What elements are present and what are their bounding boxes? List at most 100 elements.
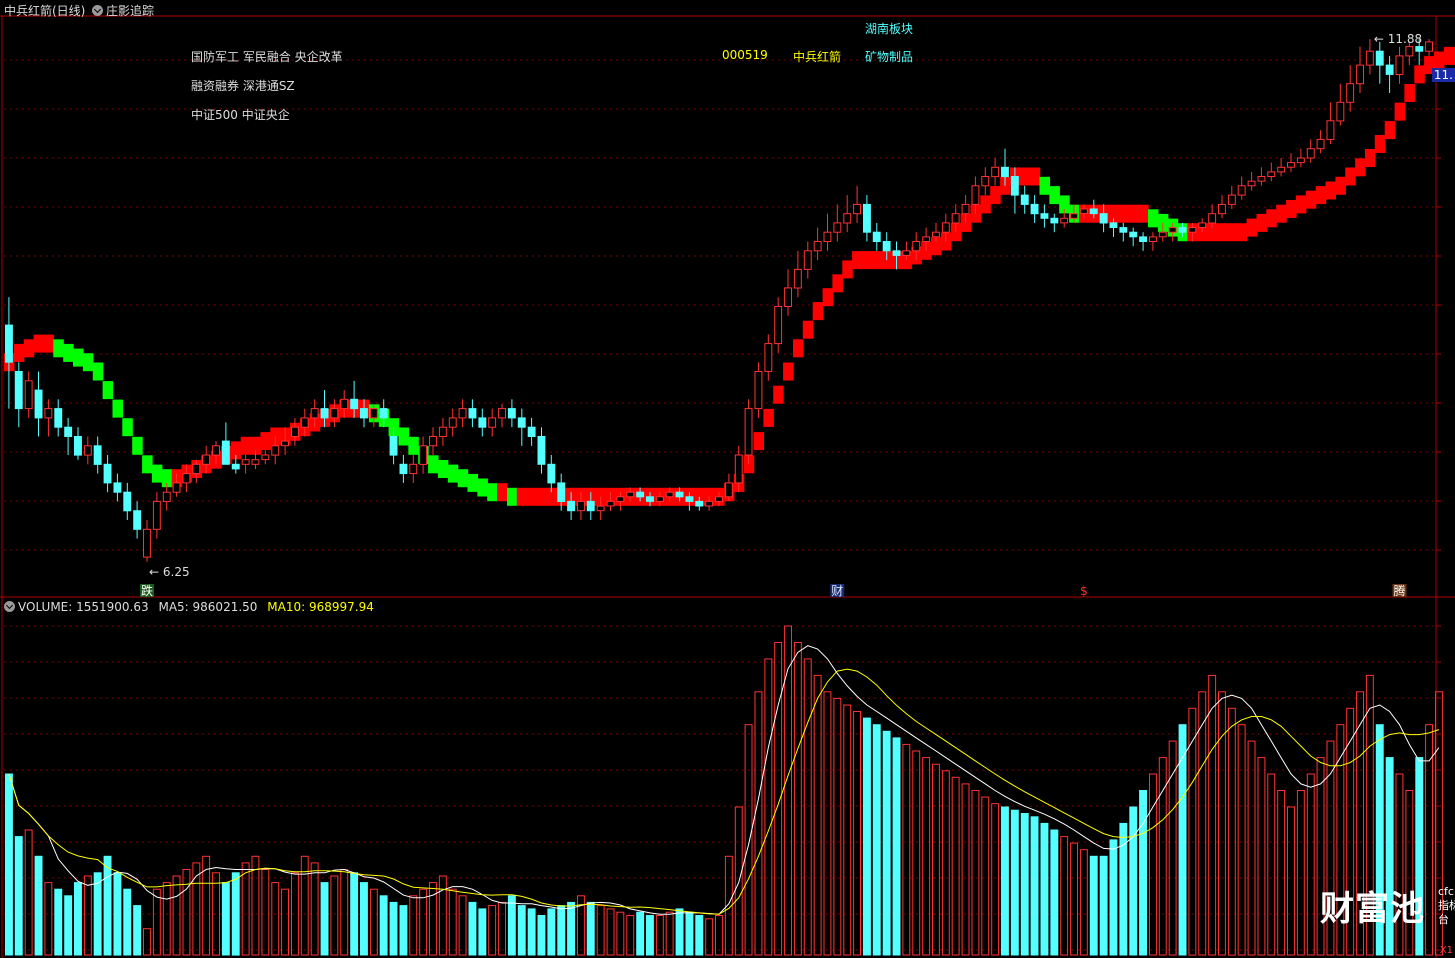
- candle-body: [221, 440, 230, 465]
- candle-body: [1296, 157, 1305, 164]
- candle-body: [438, 426, 447, 438]
- candle-body: [764, 343, 773, 372]
- trend-band-segment: [507, 487, 518, 506]
- volume-bar: [1129, 806, 1138, 956]
- volume-bar: [1267, 773, 1276, 956]
- candle-body: [1099, 213, 1108, 224]
- volume-bar: [823, 691, 832, 956]
- candle-body: [586, 500, 595, 512]
- trend-band-segment: [1128, 204, 1139, 223]
- volume-bar: [803, 658, 812, 956]
- event-label: 跌: [141, 583, 153, 598]
- volume-bar: [360, 882, 368, 956]
- volume-bar: [152, 888, 161, 956]
- volume-bar: [586, 901, 595, 956]
- candle-body: [399, 463, 408, 475]
- volume-bar: [517, 905, 526, 956]
- volume-bar: [527, 908, 536, 956]
- candle-body: [981, 176, 990, 187]
- volume-bar: [488, 905, 497, 956]
- candle-body: [44, 408, 53, 419]
- volume-bar: [685, 911, 694, 956]
- candle-body: [1365, 50, 1374, 66]
- trend-band-segment: [1226, 223, 1238, 242]
- volume-bar: [813, 674, 822, 956]
- candle-body: [271, 445, 280, 456]
- volume-ma10-line: [8, 668, 1440, 915]
- candle-body: [843, 213, 852, 224]
- candle-body: [1198, 222, 1207, 228]
- volume-bar: [863, 717, 871, 956]
- stock-code: 000519: [722, 48, 768, 62]
- trend-band-segment: [457, 469, 469, 488]
- volume-bar: [409, 895, 418, 956]
- trend-band-segment: [763, 408, 774, 427]
- trend-band-segment: [1286, 200, 1297, 218]
- volume-bar: [922, 757, 931, 956]
- volume-bar: [695, 915, 704, 956]
- candle-body: [123, 491, 132, 512]
- trend-band-segment: [1295, 195, 1307, 214]
- candle-body: [1089, 208, 1098, 215]
- indicator-selector[interactable]: 庄影追踪: [92, 2, 154, 19]
- candle-body: [143, 528, 151, 558]
- candle-body: [5, 324, 13, 363]
- volume-bar: [1010, 809, 1019, 956]
- volume-bar: [281, 888, 290, 956]
- trend-band-segment: [1276, 204, 1287, 223]
- candle-body: [1375, 50, 1384, 66]
- volume-bar: [1149, 773, 1157, 956]
- candle-body: [64, 426, 73, 438]
- volume-bar: [665, 911, 674, 956]
- trend-band-segment: [773, 385, 784, 404]
- candle-body: [1001, 166, 1009, 178]
- volume-ma5-line: [8, 645, 1440, 915]
- kline-chart[interactable]: ← 11.88 ← 6.25 跌 财 $ 腾: [0, 0, 1455, 958]
- candle-body: [547, 463, 556, 484]
- volume-bar: [1030, 816, 1039, 956]
- candle-body: [172, 482, 181, 493]
- dropdown-icon[interactable]: [4, 601, 15, 612]
- volume-bar: [143, 928, 151, 956]
- volume-bar: [1425, 724, 1433, 956]
- candle-body: [537, 436, 546, 465]
- volume-bar: [350, 872, 359, 956]
- candle-body: [507, 408, 516, 419]
- trend-band-segment: [398, 427, 409, 446]
- trend-band-segment: [122, 418, 133, 437]
- volume-bar: [389, 901, 398, 956]
- candle-body: [715, 496, 723, 502]
- volume-bar: [458, 895, 467, 956]
- trend-band-segment: [102, 381, 114, 400]
- trend-band-segment: [1443, 46, 1455, 65]
- high-price-label: ← 11.88: [1374, 32, 1422, 46]
- stock-title: 中兵红箭(日线): [4, 4, 86, 18]
- trend-band-segment: [822, 288, 834, 307]
- trend-band-segment: [842, 260, 853, 279]
- candle-body: [1070, 213, 1078, 219]
- candle-body: [557, 482, 566, 502]
- trend-band-segment: [1434, 51, 1445, 70]
- volume-bar: [596, 905, 605, 956]
- volume-bar: [1109, 839, 1118, 956]
- candle-body: [310, 408, 319, 419]
- trend-band-segment: [112, 399, 123, 418]
- candle-body: [991, 166, 1000, 178]
- volume-bar: [330, 875, 339, 956]
- trend-band-segment: [862, 251, 873, 270]
- event-label: $: [1080, 584, 1088, 598]
- candle-body: [1020, 194, 1029, 205]
- trend-band-segment: [526, 487, 538, 506]
- event-label: 财: [831, 584, 843, 598]
- candle-body: [803, 250, 812, 270]
- volume-bar: [231, 872, 240, 956]
- trend-band-segment: [497, 483, 508, 502]
- candle-body: [517, 417, 526, 428]
- volume-bar: [1050, 829, 1059, 956]
- volume-bar: [1070, 842, 1078, 956]
- dropdown-icon[interactable]: [92, 5, 103, 16]
- trend-band-segment: [1384, 121, 1396, 140]
- volume-bar: [478, 908, 487, 956]
- trend-band-segment: [63, 343, 74, 362]
- volume-bar: [1198, 691, 1207, 956]
